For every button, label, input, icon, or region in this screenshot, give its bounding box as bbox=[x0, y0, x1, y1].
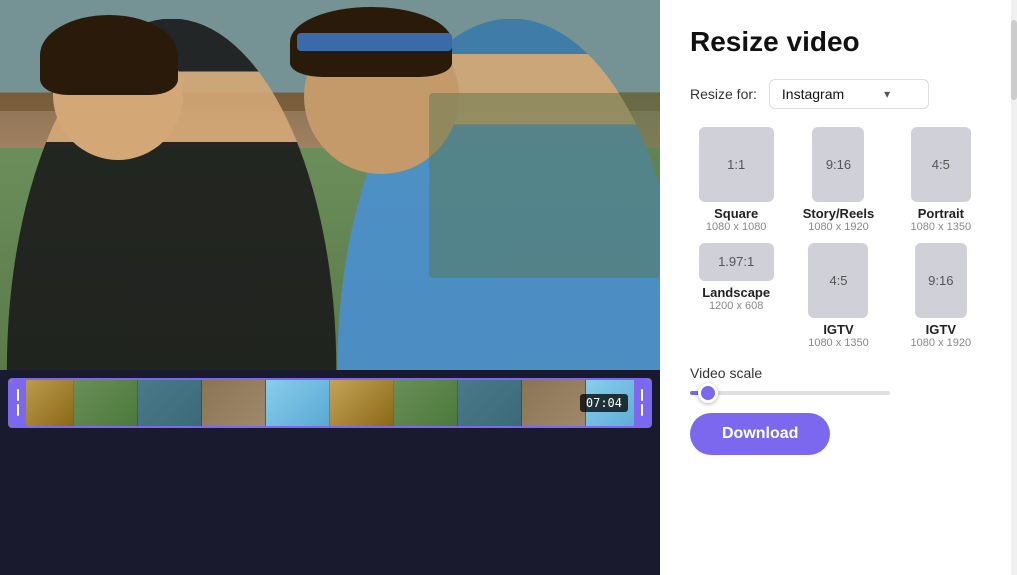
format-name-landscape: Landscape bbox=[702, 285, 770, 300]
format-name-igtv916: IGTV bbox=[926, 322, 956, 337]
scale-section: Video scale bbox=[690, 365, 987, 395]
thumb-segment-5 bbox=[266, 380, 330, 426]
thumb-segment-9 bbox=[522, 380, 586, 426]
format-card-story[interactable]: 9:16 Story/Reels 1080 x 1920 bbox=[792, 127, 884, 233]
format-ratio-portrait: 4:5 bbox=[932, 157, 950, 172]
video-scale-slider[interactable] bbox=[690, 391, 890, 395]
timestamp-badge: 07:04 bbox=[580, 394, 628, 412]
scrollbar-thumb[interactable] bbox=[1011, 20, 1017, 100]
thumb-segment-6 bbox=[330, 380, 394, 426]
thumb-segment-7 bbox=[394, 380, 458, 426]
format-name-square: Square bbox=[714, 206, 758, 221]
format-card-igtv916[interactable]: 9:16 IGTV 1080 x 1920 bbox=[895, 243, 987, 349]
thumb-segment-2 bbox=[74, 380, 138, 426]
format-dims-landscape: 1200 x 608 bbox=[709, 300, 763, 312]
handle-line-1 bbox=[17, 389, 19, 401]
timeline-inner: 07:04 bbox=[8, 378, 652, 428]
timeline-strip: 07:04 bbox=[0, 370, 660, 435]
resize-for-label: Resize for: bbox=[690, 86, 757, 102]
chevron-down-icon: ▾ bbox=[884, 87, 890, 101]
format-ratio-igtv45: 4:5 bbox=[829, 273, 847, 288]
format-name-story: Story/Reels bbox=[803, 206, 875, 221]
format-card-landscape[interactable]: 1.97:1 Landscape 1200 x 608 bbox=[690, 243, 782, 349]
format-name-igtv45: IGTV bbox=[823, 322, 853, 337]
format-grid: 1:1 Square 1080 x 1080 9:16 Story/Reels … bbox=[690, 127, 987, 349]
right-handle-lines bbox=[641, 389, 643, 416]
format-dims-igtv916: 1080 x 1920 bbox=[911, 337, 972, 349]
slider-thumb[interactable] bbox=[698, 383, 718, 403]
format-card-portrait[interactable]: 4:5 Portrait 1080 x 1350 bbox=[895, 127, 987, 233]
left-handle-lines bbox=[17, 389, 19, 416]
format-thumb-portrait: 4:5 bbox=[911, 127, 971, 202]
scrollbar-track bbox=[1011, 0, 1017, 575]
timeline-handle-left[interactable] bbox=[10, 380, 26, 426]
format-ratio-story: 9:16 bbox=[826, 157, 851, 172]
right-panel: Resize video Resize for: Instagram ▾ 1:1… bbox=[660, 0, 1017, 575]
resize-for-value: Instagram bbox=[782, 86, 844, 102]
format-thumb-square: 1:1 bbox=[699, 127, 774, 202]
page-title: Resize video bbox=[690, 25, 987, 59]
timeline-handle-right[interactable] bbox=[634, 380, 650, 426]
format-card-square[interactable]: 1:1 Square 1080 x 1080 bbox=[690, 127, 782, 233]
video-preview bbox=[0, 0, 660, 370]
thumb-segment-4 bbox=[202, 380, 266, 426]
video-frame bbox=[0, 0, 660, 370]
handle-line-4 bbox=[641, 404, 643, 416]
format-dims-portrait: 1080 x 1350 bbox=[911, 221, 972, 233]
format-thumb-igtv45: 4:5 bbox=[808, 243, 868, 318]
download-button[interactable]: Download bbox=[690, 413, 830, 455]
format-dims-igtv45: 1080 x 1350 bbox=[808, 337, 869, 349]
handle-line-2 bbox=[17, 404, 19, 416]
format-thumb-igtv916: 9:16 bbox=[915, 243, 967, 318]
format-ratio-square: 1:1 bbox=[727, 157, 745, 172]
timeline-thumbnails bbox=[10, 380, 650, 426]
format-dims-square: 1080 x 1080 bbox=[706, 221, 767, 233]
format-name-portrait: Portrait bbox=[918, 206, 964, 221]
format-ratio-landscape: 1.97:1 bbox=[718, 254, 754, 269]
format-dims-story: 1080 x 1920 bbox=[808, 221, 869, 233]
left-panel: 07:04 bbox=[0, 0, 660, 575]
thumb-segment-8 bbox=[458, 380, 522, 426]
format-thumb-landscape: 1.97:1 bbox=[699, 243, 774, 281]
thumb-segment-3 bbox=[138, 380, 202, 426]
handle-line-3 bbox=[641, 389, 643, 401]
format-card-igtv45[interactable]: 4:5 IGTV 1080 x 1350 bbox=[792, 243, 884, 349]
resize-for-row: Resize for: Instagram ▾ bbox=[690, 79, 987, 109]
format-thumb-story: 9:16 bbox=[812, 127, 864, 202]
format-ratio-igtv916: 9:16 bbox=[928, 273, 953, 288]
resize-for-select[interactable]: Instagram ▾ bbox=[769, 79, 929, 109]
scale-label: Video scale bbox=[690, 365, 987, 381]
